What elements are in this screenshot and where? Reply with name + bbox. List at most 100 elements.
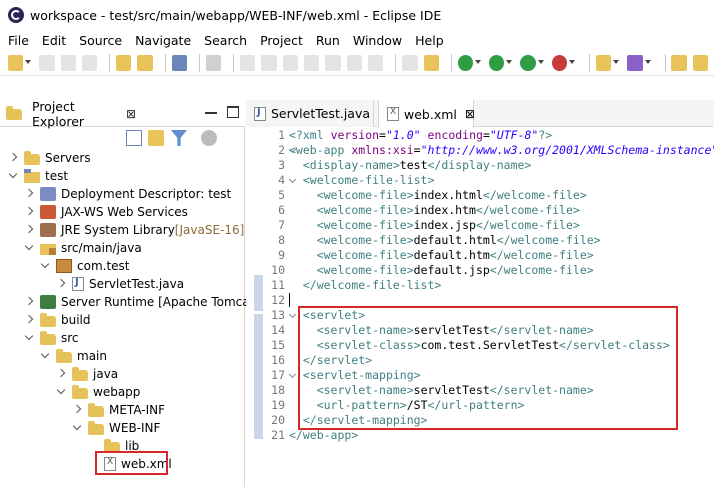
- library-icon: [40, 223, 56, 237]
- toolbar-separator: [198, 53, 200, 72]
- line-number: 11: [271, 278, 285, 292]
- tree-item[interactable]: Servers: [8, 149, 91, 167]
- menu-window[interactable]: Window: [353, 33, 402, 48]
- line-number: 5: [278, 188, 285, 202]
- menu-run[interactable]: Run: [316, 33, 340, 48]
- collapse-all-icon[interactable]: [126, 130, 142, 146]
- tab-servlettest-java[interactable]: ServletTest.java: [246, 100, 374, 127]
- tree-item[interactable]: webapp: [56, 383, 140, 401]
- chevron-down-icon[interactable]: [56, 387, 66, 397]
- run-dropdown-icon[interactable]: [506, 59, 513, 66]
- code-line: <?xml version="1.0" encoding="UTF-8"?>: [289, 128, 553, 142]
- disconnect-icon[interactable]: [304, 54, 320, 71]
- highlight-box-servlet-config: [298, 306, 678, 430]
- new-dropdown-icon[interactable]: [25, 59, 32, 66]
- tab-project-explorer-label: Project Explorer: [32, 98, 85, 129]
- resume-icon[interactable]: [240, 54, 256, 71]
- menu-source[interactable]: Source: [79, 33, 122, 48]
- line-number: 14: [271, 323, 285, 337]
- tree-item[interactable]: META-INF: [72, 401, 165, 419]
- tab-web-xml[interactable]: web.xml ⊠: [378, 100, 475, 128]
- new-java-project-dropdown-icon[interactable]: [613, 59, 620, 66]
- close-icon[interactable]: ⊠: [126, 107, 136, 121]
- chevron-down-icon[interactable]: [8, 171, 18, 181]
- filter-icon[interactable]: [171, 130, 187, 146]
- folder-icon: [88, 402, 104, 417]
- tree-item[interactable]: WEB-INF: [72, 419, 160, 437]
- minimize-icon[interactable]: [205, 106, 217, 114]
- new-icon[interactable]: [8, 54, 24, 71]
- tree-item[interactable]: src/main/java: [24, 239, 142, 257]
- step-into-icon[interactable]: [325, 54, 341, 71]
- new-class-dropdown-icon[interactable]: [644, 59, 651, 66]
- view-menu-icon[interactable]: [201, 130, 217, 146]
- terminate-icon[interactable]: [282, 54, 299, 71]
- external-tools-icon[interactable]: [551, 54, 567, 71]
- suspend-icon[interactable]: [261, 54, 277, 71]
- chevron-right-icon[interactable]: [56, 369, 66, 379]
- new-java-project-icon[interactable]: [595, 54, 612, 71]
- maximize-icon[interactable]: [227, 106, 239, 118]
- coverage-icon[interactable]: [520, 54, 536, 71]
- tree-item[interactable]: build: [24, 311, 91, 329]
- tree-item-label: src/main/java: [61, 241, 142, 255]
- open-folder-icon[interactable]: [671, 54, 687, 71]
- terminal-icon[interactable]: [171, 54, 187, 71]
- project-explorer-icon: [6, 106, 22, 120]
- chevron-right-icon[interactable]: [24, 315, 34, 325]
- menu-help[interactable]: Help: [415, 33, 444, 48]
- chevron-down-icon[interactable]: [24, 243, 34, 253]
- tab-label: web.xml: [404, 106, 457, 122]
- line-number-gutter: 1 2 3 4 5 6 7 8 9 10 11 12 13 14 15 16 17 18 19 20 21: [261, 127, 287, 487]
- debug-dropdown-icon[interactable]: [475, 59, 482, 66]
- chevron-right-icon[interactable]: [24, 225, 34, 235]
- chevron-right-icon[interactable]: [24, 297, 34, 307]
- tree-item-label: build: [61, 313, 91, 327]
- line-number: 20: [271, 413, 285, 427]
- tree-item[interactable]: ServletTest.java: [56, 275, 184, 293]
- tree-item[interactable]: java: [56, 365, 118, 383]
- chevron-down-icon[interactable]: [24, 333, 34, 343]
- chevron-right-icon[interactable]: [24, 207, 34, 217]
- chevron-right-icon[interactable]: [24, 189, 34, 199]
- chevron-right-icon[interactable]: [56, 279, 66, 289]
- save-icon[interactable]: [39, 54, 55, 71]
- skip-breakpoints-icon[interactable]: [205, 54, 222, 71]
- chevron-down-icon[interactable]: [72, 423, 82, 433]
- search-icon[interactable]: [692, 54, 709, 71]
- chevron-right-icon[interactable]: [72, 405, 82, 415]
- open-type-icon[interactable]: [137, 54, 153, 71]
- coverage-dropdown-icon[interactable]: [537, 59, 544, 66]
- print-icon[interactable]: [81, 54, 98, 71]
- tree-item[interactable]: com.test: [40, 257, 130, 275]
- chevron-down-icon[interactable]: [40, 351, 50, 361]
- close-icon[interactable]: ⊠: [465, 107, 475, 121]
- tree-item[interactable]: test: [8, 167, 68, 185]
- use-step-filters-icon[interactable]: [423, 54, 439, 71]
- drop-to-frame-icon[interactable]: [402, 54, 418, 71]
- step-over-icon[interactable]: [346, 54, 362, 71]
- debug-icon[interactable]: [457, 54, 474, 71]
- tree-item[interactable]: JRE System Library [JavaSE-16]: [24, 221, 244, 239]
- chevron-right-icon[interactable]: [8, 153, 18, 163]
- menu-edit[interactable]: Edit: [42, 33, 66, 48]
- tree-item[interactable]: JAX-WS Web Services: [24, 203, 188, 221]
- tree-item[interactable]: main: [40, 347, 107, 365]
- menu-navigate[interactable]: Navigate: [135, 33, 191, 48]
- link-with-editor-icon[interactable]: [148, 130, 164, 146]
- menu-file[interactable]: File: [8, 33, 29, 48]
- tree-item-label: main: [77, 349, 107, 363]
- build-icon[interactable]: [116, 54, 132, 71]
- save-all-icon[interactable]: [60, 54, 76, 71]
- chevron-down-icon[interactable]: [40, 261, 50, 271]
- tree-item[interactable]: src: [24, 329, 79, 347]
- tree-item[interactable]: Deployment Descriptor: test: [24, 185, 231, 203]
- external-tools-dropdown-icon[interactable]: [568, 59, 575, 66]
- menu-search[interactable]: Search: [204, 33, 247, 48]
- run-icon[interactable]: [489, 54, 505, 71]
- new-class-icon[interactable]: [627, 54, 643, 71]
- tab-project-explorer[interactable]: Project Explorer ⊠: [0, 98, 136, 129]
- step-return-icon[interactable]: [367, 54, 384, 71]
- tree-item[interactable]: Server Runtime [Apache Tomcat v8: [24, 293, 273, 311]
- menu-project[interactable]: Project: [260, 33, 303, 48]
